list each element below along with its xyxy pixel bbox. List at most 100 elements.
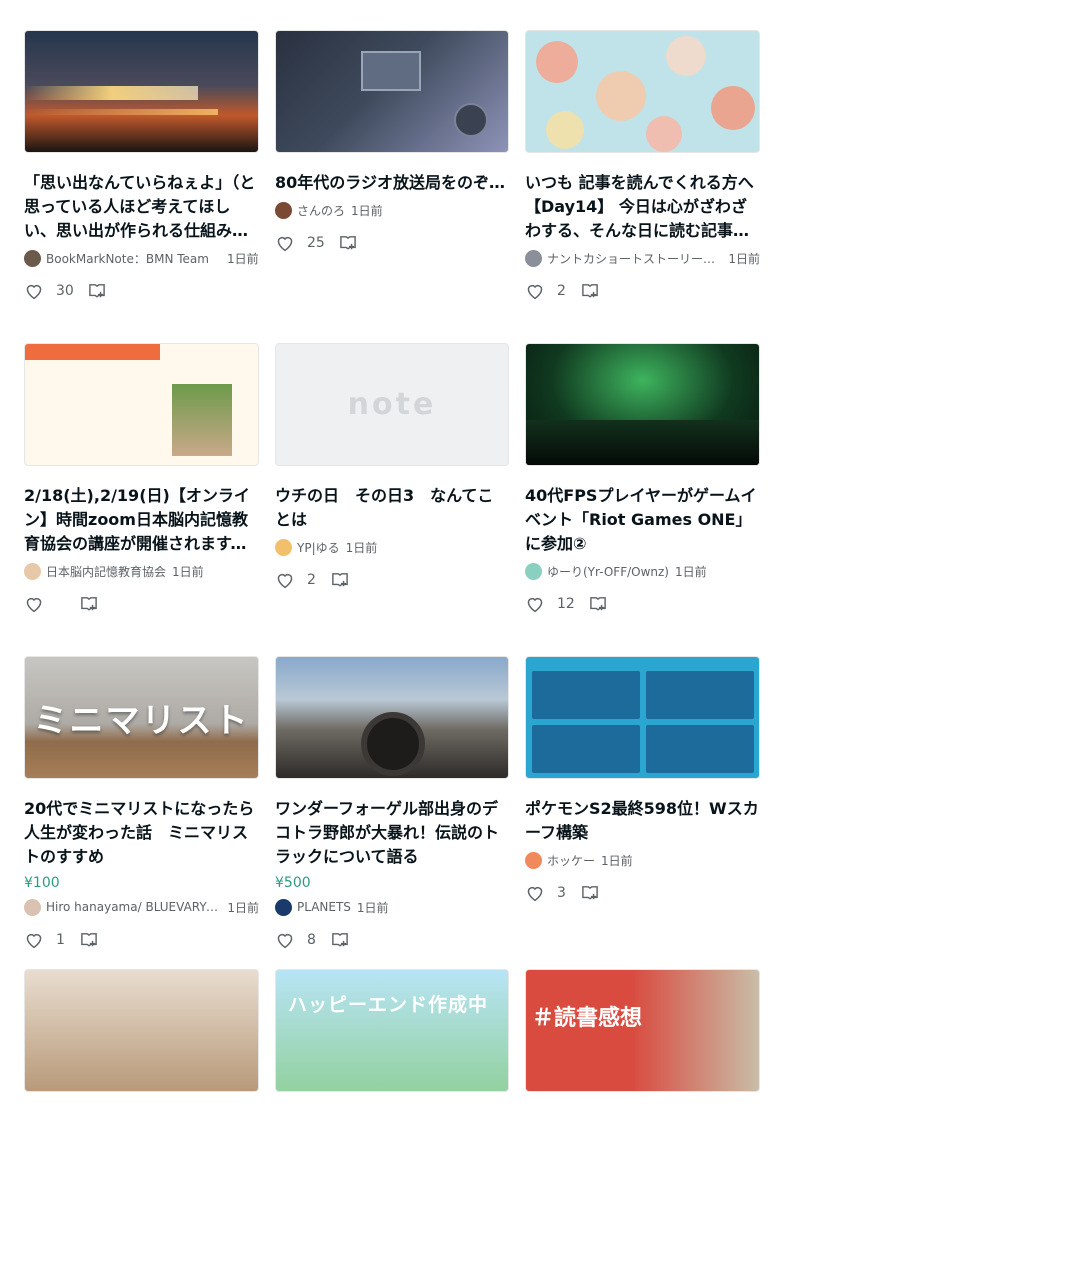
article-thumbnail[interactable]: ミニマリスト [24, 656, 259, 779]
action-row: 1 [24, 930, 259, 950]
like-button[interactable]: 2 [525, 282, 581, 300]
article-thumbnail[interactable] [525, 343, 760, 466]
article-thumbnail[interactable] [525, 656, 760, 779]
author-row: 日本脳内記憶教育協会 1日前 [24, 562, 259, 580]
add-to-magazine-button[interactable] [581, 283, 599, 299]
article-card[interactable]: 80年代のラジオ放送局をのぞいてみたら、全然 さんのろ 1日前 25 [275, 30, 509, 343]
add-to-magazine-button[interactable] [80, 932, 98, 948]
price-label: ¥100 [24, 875, 60, 891]
like-button[interactable]: 3 [525, 884, 581, 902]
avatar[interactable] [525, 562, 542, 580]
article-title[interactable]: 20代でミニマリストになったら人生が変わった話 ミニマリストのすすめ [24, 797, 259, 869]
author-row: ゆーり(Yr-OFF/Ownz) 1日前 [525, 562, 760, 580]
article-card[interactable]: ポケモンS2最終598位！Wスカーフ構築 ホッケー 1日前 3 [525, 656, 760, 969]
article-card[interactable]: note ウチの日 その日3 なんてことは YP|ゆる 1日前 2 [275, 343, 509, 656]
article-title[interactable]: 2/18(土),2/19(日)【オンライン】時間zoom日本脳内記憶教育協会の講… [24, 484, 259, 556]
article-card[interactable]: 「思い出なんていらねぇよ」（と思っている人ほど考えてほしい、思い出が作られる仕組… [24, 30, 259, 343]
article-card[interactable]: ＃読書感想 [525, 969, 760, 1282]
article-card[interactable]: ハッピーエンド作成中 [275, 969, 509, 1282]
avatar[interactable] [24, 249, 41, 267]
add-to-magazine-button[interactable] [581, 885, 599, 901]
article-thumbnail[interactable]: ハッピーエンド作成中 [275, 969, 509, 1092]
article-title[interactable]: いつも 記事を読んでくれる方へ【Day14】 今日は心がざわざわする、そんな日に… [525, 171, 760, 243]
heart-icon [277, 236, 293, 252]
author-row: さんのろ 1日前 [275, 201, 509, 219]
action-row: 25 [275, 233, 509, 253]
heart-icon [26, 284, 42, 300]
magazine-add-icon [81, 597, 97, 611]
article-title[interactable]: ワンダーフォーゲル部出身のデコトラ野郎が大暴れ！伝説のトラックについて語る [275, 797, 509, 869]
heart-icon [527, 597, 543, 613]
like-count: 8 [307, 932, 316, 948]
like-button[interactable]: 2 [275, 571, 331, 589]
avatar[interactable] [24, 898, 41, 916]
article-thumbnail[interactable] [275, 656, 509, 779]
author-name[interactable]: Hiro hanayama/ BLUEVARYCOLOR [46, 900, 221, 914]
article-title[interactable]: 「思い出なんていらねぇよ」（と思っている人ほど考えてほしい、思い出が作られる仕組… [24, 171, 259, 243]
avatar[interactable] [525, 851, 542, 869]
like-button[interactable]: 8 [275, 931, 331, 949]
avatar[interactable] [525, 249, 542, 267]
like-count: 25 [307, 235, 325, 251]
article-title[interactable]: 40代FPSプレイヤーがゲームイベント「Riot Games ONE」に参加② [525, 484, 760, 556]
article-title[interactable]: ウチの日 その日3 なんてことは [275, 484, 509, 532]
add-to-magazine-button[interactable] [88, 283, 106, 299]
add-to-magazine-button[interactable] [331, 932, 349, 948]
magazine-add-icon [81, 933, 97, 947]
avatar[interactable] [24, 562, 41, 580]
article-card[interactable]: 40代FPSプレイヤーがゲームイベント「Riot Games ONE」に参加② … [525, 343, 760, 656]
author-name[interactable]: 日本脳内記憶教育協会 [46, 563, 166, 580]
article-thumbnail[interactable] [275, 30, 509, 153]
add-to-magazine-button[interactable] [589, 596, 607, 612]
author-row: PLANETS 1日前 [275, 898, 509, 916]
like-count: 3 [557, 885, 566, 901]
article-title[interactable]: ポケモンS2最終598位！Wスカーフ構築 [525, 797, 760, 845]
avatar[interactable] [275, 201, 292, 219]
article-card[interactable] [24, 969, 259, 1282]
add-to-magazine-button[interactable] [331, 572, 349, 588]
like-button[interactable]: 25 [275, 234, 339, 252]
author-name[interactable]: さんのろ [297, 202, 345, 219]
add-to-magazine-button[interactable] [80, 596, 98, 612]
author-row: BookMarkNote：BMN Team 1日前 [24, 249, 259, 267]
post-time: 1日前 [345, 540, 378, 555]
author-name[interactable]: PLANETS [297, 900, 351, 914]
article-thumbnail[interactable] [24, 343, 259, 466]
magazine-add-icon [332, 933, 348, 947]
like-count: 30 [56, 283, 74, 299]
heart-icon [26, 933, 42, 949]
author-row: YP|ゆる 1日前 [275, 538, 509, 556]
action-row: 2 [275, 570, 509, 590]
article-card[interactable]: いつも 記事を読んでくれる方へ【Day14】 今日は心がざわざわする、そんな日に… [525, 30, 760, 343]
author-name[interactable]: YP|ゆる [297, 539, 340, 556]
like-button[interactable]: 30 [24, 282, 88, 300]
article-card[interactable]: 2/18(土),2/19(日)【オンライン】時間zoom日本脳内記憶教育協会の講… [24, 343, 259, 656]
article-thumbnail[interactable]: ＃読書感想 [525, 969, 760, 1092]
article-title[interactable]: 80年代のラジオ放送局をのぞいてみたら、全然 [275, 171, 509, 195]
article-thumbnail[interactable] [24, 969, 259, 1092]
article-card[interactable]: ワンダーフォーゲル部出身のデコトラ野郎が大暴れ！伝説のトラックについて語る ¥5… [275, 656, 509, 969]
post-time: 1日前 [674, 564, 707, 579]
article-thumbnail[interactable] [525, 30, 760, 153]
like-button[interactable]: 12 [525, 595, 589, 613]
like-count: 2 [307, 572, 316, 588]
author-name[interactable]: ナントカショートストーリーコンテスト [547, 250, 722, 267]
post-time: 1日前 [227, 900, 259, 915]
author-row: ホッケー 1日前 [525, 851, 760, 869]
like-button[interactable]: 1 [24, 931, 80, 949]
like-count: 12 [557, 596, 575, 612]
article-thumbnail[interactable] [24, 30, 259, 153]
action-row: 2 [525, 281, 760, 301]
avatar[interactable] [275, 538, 292, 556]
article-card[interactable]: ミニマリスト 20代でミニマリストになったら人生が変わった話 ミニマリストのすす… [24, 656, 259, 969]
magazine-add-icon [582, 886, 598, 900]
author-name[interactable]: ゆーり(Yr-OFF/Ownz) [547, 563, 669, 580]
article-thumbnail[interactable]: note [275, 343, 509, 466]
magazine-add-icon [340, 236, 356, 250]
add-to-magazine-button[interactable] [339, 235, 357, 251]
author-name[interactable]: BookMarkNote：BMN Team [46, 250, 221, 267]
like-button[interactable] [24, 595, 80, 613]
author-name[interactable]: ホッケー [547, 852, 595, 869]
author-row: ナントカショートストーリーコンテスト 1日前 [525, 249, 760, 267]
avatar[interactable] [275, 898, 292, 916]
